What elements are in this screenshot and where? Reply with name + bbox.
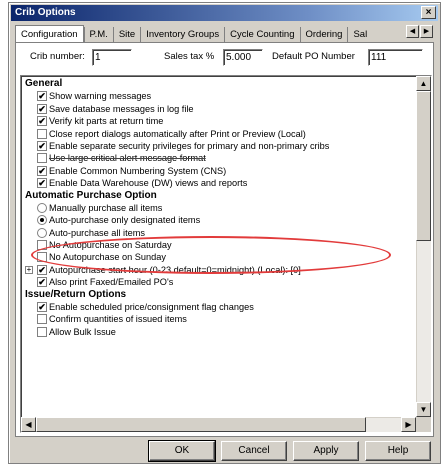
checkbox-option[interactable]: ✔ Save database messages in log file: [23, 103, 415, 115]
scroll-right-button[interactable]: ▶: [401, 417, 416, 432]
checkmark-icon[interactable]: ✔: [37, 277, 47, 288]
radio-option[interactable]: Manually purchase all items: [23, 202, 415, 214]
scroll-down-button[interactable]: ▼: [416, 402, 431, 417]
checkmark-icon[interactable]: ✔: [37, 165, 47, 176]
radio-option[interactable]: Auto-purchase all items: [23, 227, 415, 239]
option-label: Show warning messages: [49, 91, 152, 102]
expandable-option[interactable]: ✔ + Autopurchase start hour (0-23 default=…: [23, 264, 415, 276]
default-po-input[interactable]: [368, 49, 423, 66]
scroll-corner: [416, 417, 431, 432]
crib-fields-row: Crib number: Sales tax % Default PO Numb…: [16, 49, 433, 67]
options-list[interactable]: General ✔ Show warning messages ✔ Save datab…: [20, 75, 432, 433]
option-label: Close report dialogs automatically after…: [49, 128, 306, 139]
option-label: Manually purchase all items: [49, 202, 163, 213]
option-label: Verify kit parts at return time: [49, 116, 164, 127]
checkbox-option[interactable]: ✔ Show warning messages: [23, 90, 415, 102]
horizontal-scrollbar[interactable]: ◀ ▶: [21, 417, 416, 432]
checkbox-option[interactable]: Close report dialogs automatically after…: [23, 128, 415, 140]
checkmark-icon[interactable]: ✔: [37, 178, 47, 189]
options-rows: General ✔ Show warning messages ✔ Save datab…: [23, 78, 415, 416]
checkbox-option[interactable]: Allow Bulk Issue: [23, 326, 415, 338]
checkbox-option[interactable]: ✔ Enable separate security privileges for…: [23, 140, 415, 152]
option-label: Enable Data Warehouse (DW) views and rep…: [49, 178, 248, 189]
section-header: General: [25, 78, 63, 89]
close-button[interactable]: ×: [421, 6, 436, 19]
dialog-button-bar: OK Cancel Apply Help: [9, 440, 440, 463]
ok-button[interactable]: OK: [148, 440, 216, 462]
scroll-left-button[interactable]: ◀: [21, 417, 36, 432]
checkbox-option[interactable]: No Autopurchase on Sunday: [23, 251, 415, 263]
section-header: Automatic Purchase Option: [25, 189, 157, 201]
option-label: Use large critical alert message format: [49, 153, 206, 164]
crib-number-input[interactable]: [92, 49, 132, 66]
option-label: Enable scheduled price/consignment flag …: [49, 302, 254, 313]
radio-button[interactable]: [37, 215, 47, 226]
radio-button[interactable]: [37, 227, 47, 238]
option-label: Also print Faxed/Emailed PO's: [49, 277, 174, 288]
tab-ordering[interactable]: Ordering: [299, 27, 348, 43]
option-label: Auto-purchase only designated items: [49, 215, 201, 226]
radio-button[interactable]: [37, 202, 47, 213]
horizontal-scroll-thumb[interactable]: [36, 417, 366, 432]
checkbox-option[interactable]: Use large critical alert message format: [23, 152, 415, 164]
vertical-scrollbar[interactable]: ▲ ▼: [416, 76, 431, 417]
option-label: Enable Common Numbering System (CNS): [49, 165, 227, 176]
scroll-up-button[interactable]: ▲: [416, 76, 431, 91]
option-label: Enable separate security privileges for …: [49, 140, 330, 151]
apply-button[interactable]: Apply: [293, 441, 359, 461]
option-label: No Autopurchase on Saturday: [49, 240, 172, 251]
checkmark-icon[interactable]: ✔: [37, 91, 47, 102]
checkbox[interactable]: [37, 252, 47, 263]
tab-sales[interactable]: Sal: [347, 27, 372, 43]
checkbox-option[interactable]: Confirm quantities of issued items: [23, 313, 415, 325]
option-label: Allow Bulk Issue: [49, 326, 116, 337]
sales-tax-input[interactable]: [223, 49, 263, 66]
cancel-button[interactable]: Cancel: [221, 441, 287, 461]
checkmark-icon[interactable]: ✔: [37, 116, 47, 127]
crib-number-label: Crib number:: [30, 51, 85, 62]
checkbox[interactable]: ✔: [37, 264, 47, 275]
checkbox[interactable]: [37, 153, 47, 164]
checkbox-option[interactable]: ✔ Enable scheduled price/consignment flag…: [23, 301, 415, 313]
section-header: Issue/Return Options: [25, 288, 127, 300]
default-po-label: Default PO Number: [272, 51, 355, 62]
checkbox[interactable]: [37, 128, 47, 139]
tab-inventory-groups[interactable]: Inventory Groups: [140, 27, 224, 43]
checkbox[interactable]: [37, 240, 47, 251]
checkbox[interactable]: [37, 314, 47, 325]
option-label: Confirm quantities of issued items: [49, 314, 187, 325]
help-button[interactable]: Help: [365, 441, 431, 461]
checkbox-option[interactable]: ✔ Enable Common Numbering System (CNS): [23, 165, 415, 177]
checkmark-icon[interactable]: ✔: [37, 302, 47, 313]
tab-scroll-right-button[interactable]: ▶: [420, 25, 433, 38]
plus-icon[interactable]: +: [25, 265, 33, 274]
crib-options-dialog: Crib Options × Configuration P.M. Site Inve…: [8, 2, 441, 464]
configuration-panel: Crib number: Sales tax % Default PO Numb…: [15, 42, 434, 437]
option-label: Save database messages in log file: [49, 103, 194, 114]
option-label: No Autopurchase on Sunday: [49, 252, 166, 263]
tab-site[interactable]: Site: [112, 27, 140, 43]
title-bar[interactable]: Crib Options ×: [11, 5, 438, 21]
radio-option[interactable]: Auto-purchase only designated items: [23, 214, 415, 226]
checkmark-icon[interactable]: ✔: [37, 103, 47, 114]
option-label: Auto-purchase all items: [49, 227, 146, 238]
checkbox-option[interactable]: No Autopurchase on Saturday: [23, 239, 415, 251]
option-label: Autopurchase start hour (0-23 default=0=…: [49, 264, 301, 275]
tab-cycle-counting[interactable]: Cycle Counting: [224, 27, 299, 43]
sales-tax-label: Sales tax %: [164, 51, 215, 62]
tab-strip: Configuration P.M. Site Inventory Groups Cyc…: [15, 25, 434, 43]
checkbox-option[interactable]: ✔ Verify kit parts at return time: [23, 115, 415, 127]
checkbox-option[interactable]: ✔ Enable Data Warehouse (DW) views and re…: [23, 177, 415, 189]
tab-scroll-left-button[interactable]: ◀: [406, 25, 419, 38]
vertical-scroll-thumb[interactable]: [416, 91, 431, 241]
tab-configuration[interactable]: Configuration: [15, 25, 84, 43]
dialog-title: Crib Options: [15, 7, 76, 18]
checkbox-option[interactable]: ✔ Also print Faxed/Emailed PO's: [23, 276, 415, 288]
checkmark-icon[interactable]: ✔: [37, 140, 47, 151]
checkbox[interactable]: [37, 326, 47, 337]
tab-pm[interactable]: P.M.: [83, 27, 113, 43]
